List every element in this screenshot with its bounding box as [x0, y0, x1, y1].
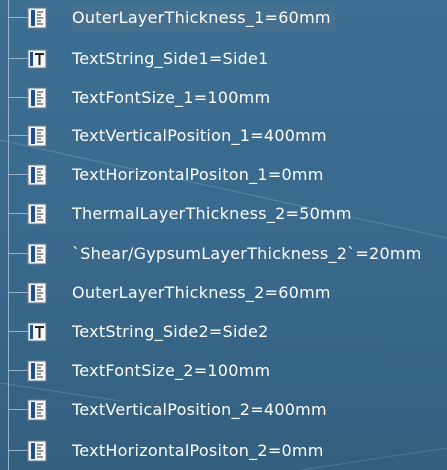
tree-item-text-horizontal-position-2[interactable]: TextHorizontalPositon_2=0mm [0, 438, 447, 464]
tree-item-label: TextHorizontalPositon_2=0mm [72, 441, 324, 460]
tree-item-label: TextFontSize_1=100mm [72, 88, 271, 107]
length-parameter-icon [27, 203, 47, 225]
tree-item-text-horizontal-position-1[interactable]: TextHorizontalPositon_1=0mm [0, 162, 447, 188]
length-parameter-icon [27, 360, 47, 382]
length-parameter-icon [27, 87, 47, 109]
length-parameter-icon [27, 125, 47, 147]
length-parameter-icon [27, 440, 47, 462]
tree-item-shear-gypsum-layer-thickness-2[interactable]: `Shear/GypsumLayerThickness_2`=20mm [0, 241, 447, 267]
length-parameter-icon [27, 282, 47, 304]
length-parameter-icon [27, 164, 47, 186]
tree-item-outer-layer-thickness-2[interactable]: OuterLayerThickness_2=60mm [0, 280, 447, 306]
length-parameter-icon [27, 399, 47, 421]
parameter-tree: OuterLayerThickness_1=60mm TextString_Si… [0, 0, 447, 470]
string-parameter-icon [27, 322, 47, 342]
tree-item-text-string-side1[interactable]: TextString_Side1=Side1 [0, 46, 447, 72]
tree-item-label: TextString_Side2=Side2 [72, 322, 269, 341]
tree-item-label: `Shear/GypsumLayerThickness_2`=20mm [72, 244, 422, 263]
tree-item-label: TextHorizontalPositon_1=0mm [72, 165, 324, 184]
tree-item-label: TextString_Side1=Side1 [72, 49, 269, 68]
length-parameter-icon [27, 243, 47, 265]
tree-item-thermal-layer-thickness-2[interactable]: ThermalLayerThickness_2=50mm [0, 201, 447, 227]
tree-item-outer-layer-thickness-1[interactable]: OuterLayerThickness_1=60mm [0, 5, 447, 31]
tree-item-label: ThermalLayerThickness_2=50mm [72, 204, 352, 223]
string-parameter-icon [27, 49, 47, 69]
tree-item-text-vertical-position-2[interactable]: TextVerticalPosition_2=400mm [0, 397, 447, 423]
tree-item-text-vertical-position-1[interactable]: TextVerticalPosition_1=400mm [0, 123, 447, 149]
tree-item-text-font-size-1[interactable]: TextFontSize_1=100mm [0, 85, 447, 111]
tree-item-label: TextVerticalPosition_1=400mm [72, 126, 327, 145]
tree-item-text-string-side2[interactable]: TextString_Side2=Side2 [0, 319, 447, 345]
tree-item-label: OuterLayerThickness_1=60mm [72, 5, 335, 31]
length-parameter-icon [27, 7, 47, 29]
tree-item-label: OuterLayerThickness_2=60mm [72, 283, 331, 302]
tree-item-text-font-size-2[interactable]: TextFontSize_2=100mm [0, 358, 447, 384]
tree-item-label: TextVerticalPosition_2=400mm [72, 400, 327, 419]
tree-item-label: TextFontSize_2=100mm [72, 361, 271, 380]
